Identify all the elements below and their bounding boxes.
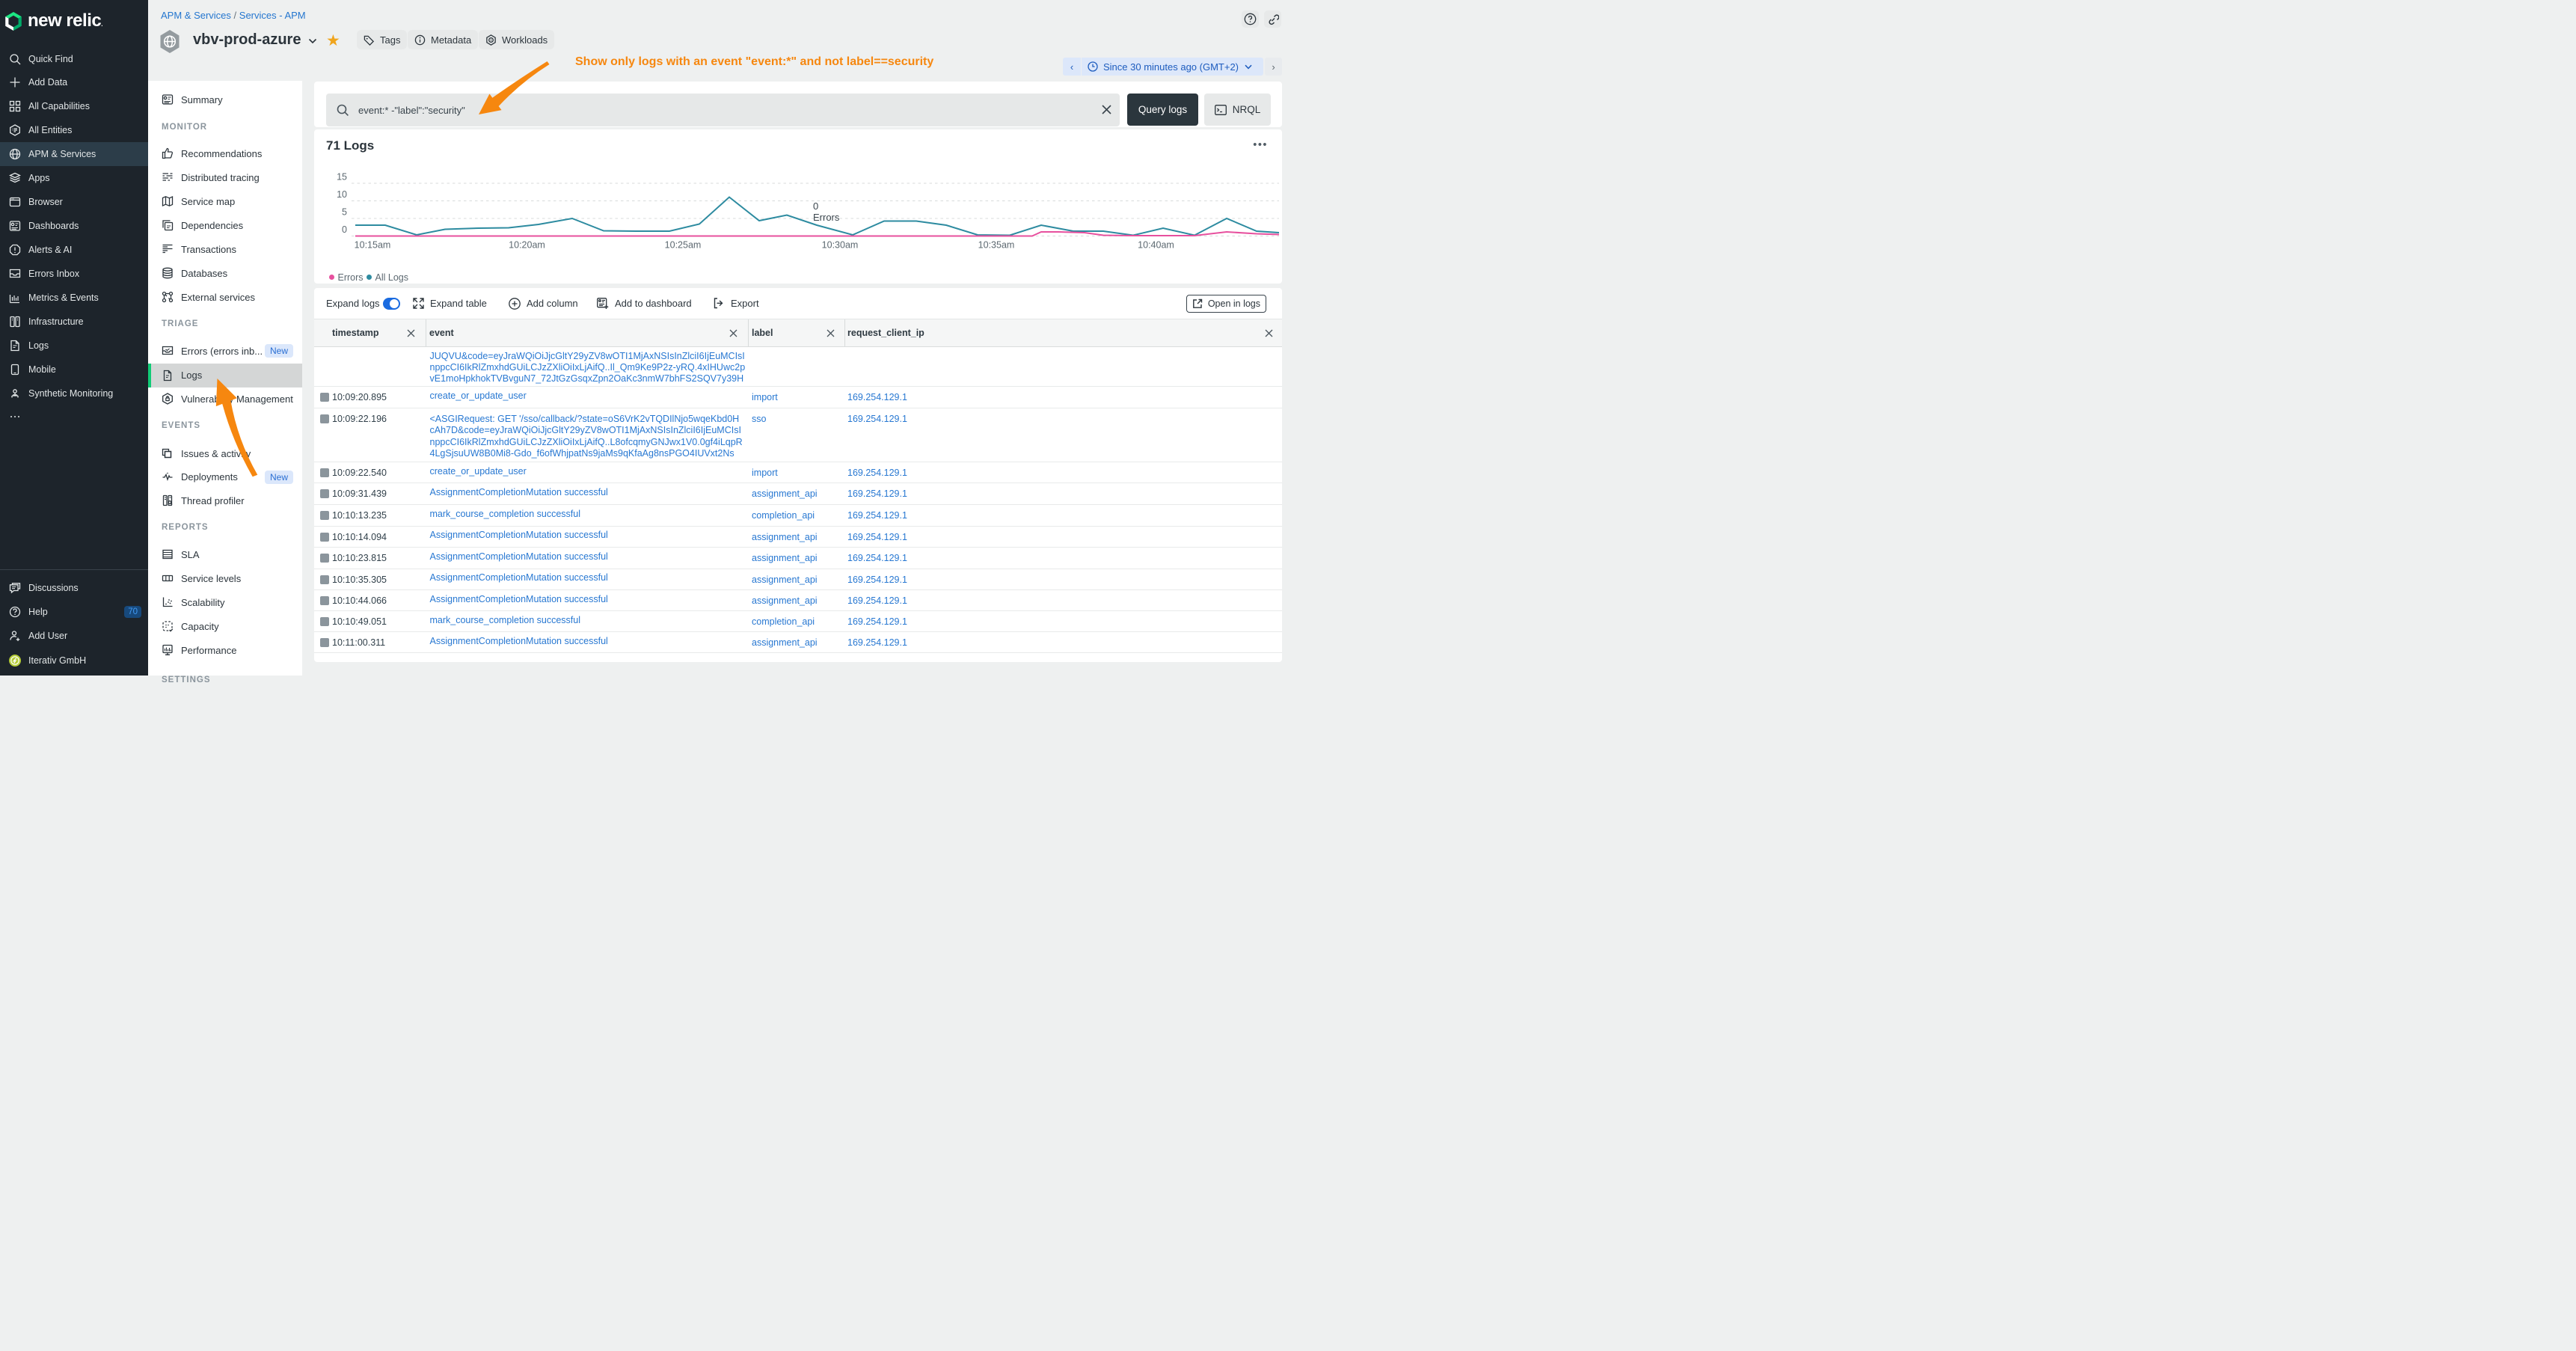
svg-text:10:35am: 10:35am	[978, 240, 1015, 251]
svg-text:Errors: Errors	[813, 212, 840, 223]
svg-text:0: 0	[813, 200, 818, 212]
svg-text:10: 10	[337, 189, 347, 200]
svg-text:15: 15	[337, 172, 347, 183]
svg-text:10:30am: 10:30am	[822, 240, 859, 251]
svg-text:5: 5	[342, 207, 347, 218]
svg-text:0: 0	[342, 224, 347, 235]
svg-text:10:20am: 10:20am	[509, 240, 545, 251]
svg-text:10:15am: 10:15am	[355, 240, 391, 251]
svg-text:10:25am: 10:25am	[665, 240, 702, 251]
svg-text:10:40am: 10:40am	[1138, 240, 1174, 251]
